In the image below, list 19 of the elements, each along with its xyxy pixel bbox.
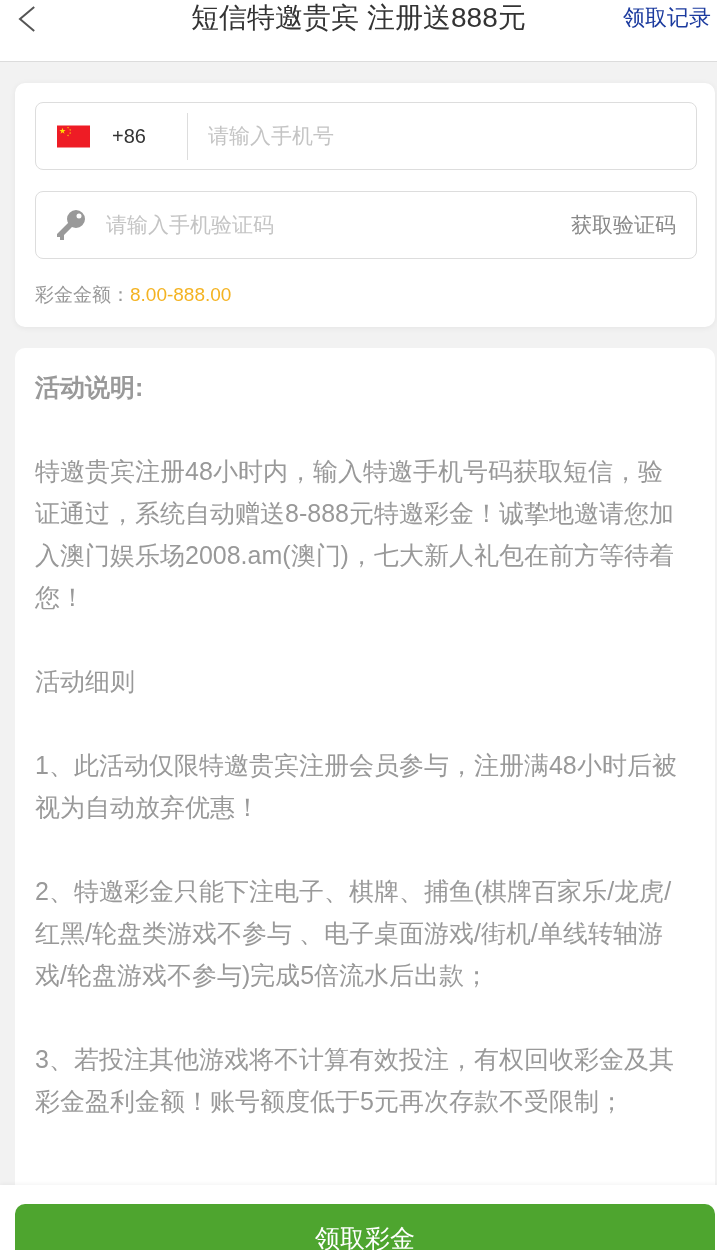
rules-paragraph: 1、此活动仅限特邀贵宾注册会员参与，注册满48小时后被视为自动放弃优惠！ xyxy=(35,750,678,823)
page-title: 短信特邀贵宾 注册送888元 xyxy=(191,1,526,35)
back-icon[interactable] xyxy=(18,6,36,32)
rules-paragraph: 活动细则 xyxy=(35,666,136,697)
phone-input[interactable]: 请输入手机号 xyxy=(207,116,676,156)
phone-field[interactable]: +86 请输入手机号 xyxy=(35,102,697,170)
key-icon xyxy=(56,209,86,241)
rules-title: 活动说明: xyxy=(35,372,144,403)
rules-paragraph: 2、特邀彩金只能下注电子、棋牌、捕鱼(棋牌百家乐/龙虎/红黑/轮盘类游戏不参与 、电子桌面游戏/街机/单线转轴游戏/轮盘游戏不参与)完成5倍流水后出款； xyxy=(35,876,673,991)
flag-icon xyxy=(57,123,90,149)
code-input[interactable]: 请输入手机验证码 xyxy=(106,205,571,245)
bonus-label: 彩金金额： xyxy=(35,283,130,307)
records-link[interactable]: 领取记录 xyxy=(623,0,711,36)
code-field[interactable]: 请输入手机验证码 获取验证码 xyxy=(35,191,697,259)
rules-paragraph: 3、若投注其他游戏将不计算有效投注，有权回收彩金及其彩金盈利金额！账号额度低于5元再次存款不受限制； xyxy=(35,1044,675,1117)
bonus-amount: 8.00-888.00 xyxy=(130,283,232,307)
get-code-button[interactable]: 获取验证码 xyxy=(571,211,676,239)
rules-paragraph: 特邀贵宾注册48小时内，输入特邀手机号码获取短信，验证通过，系统自动赠送8-888元特邀彩金！诚挚地邀请您加入澳门娱乐场2008.am(澳门)，七大新人礼包在前方等待着您！ xyxy=(35,456,675,613)
country-code: +86 xyxy=(112,124,146,148)
